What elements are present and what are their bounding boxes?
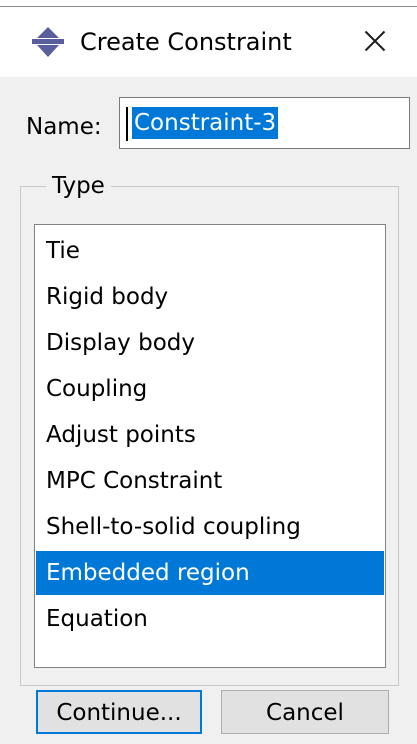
- name-input-value: Constraint-3: [132, 107, 279, 139]
- close-button[interactable]: [352, 19, 398, 63]
- name-input[interactable]: Constraint-3: [119, 97, 410, 149]
- list-item-tie[interactable]: Tie: [36, 229, 384, 273]
- list-item-equation[interactable]: Equation: [36, 597, 384, 641]
- continue-button[interactable]: Continue...: [36, 690, 202, 734]
- create-constraint-dialog: Create Constraint Name: Constraint-3 Typ…: [0, 0, 417, 744]
- list-item-display-body[interactable]: Display body: [36, 321, 384, 365]
- list-item-adjust-points[interactable]: Adjust points: [36, 413, 384, 457]
- title-bar[interactable]: Create Constraint: [0, 7, 417, 77]
- list-item-mpc-constraint[interactable]: MPC Constraint: [36, 459, 384, 503]
- list-item-shell-to-solid-coupling[interactable]: Shell-to-solid coupling: [36, 505, 384, 549]
- type-group-legend: Type: [46, 172, 111, 200]
- close-icon: [364, 30, 386, 52]
- dialog-title: Create Constraint: [80, 28, 292, 56]
- name-label: Name:: [26, 114, 102, 140]
- list-item-coupling[interactable]: Coupling: [36, 367, 384, 411]
- constraint-type-list[interactable]: Tie Rigid body Display body Coupling Adj…: [34, 224, 386, 668]
- cancel-button[interactable]: Cancel: [221, 690, 389, 734]
- text-cursor: [126, 107, 128, 141]
- create-constraint-icon: [30, 25, 66, 59]
- list-item-embedded-region[interactable]: Embedded region: [36, 551, 384, 595]
- list-item-rigid-body[interactable]: Rigid body: [36, 275, 384, 319]
- window-top-edge: [0, 0, 417, 7]
